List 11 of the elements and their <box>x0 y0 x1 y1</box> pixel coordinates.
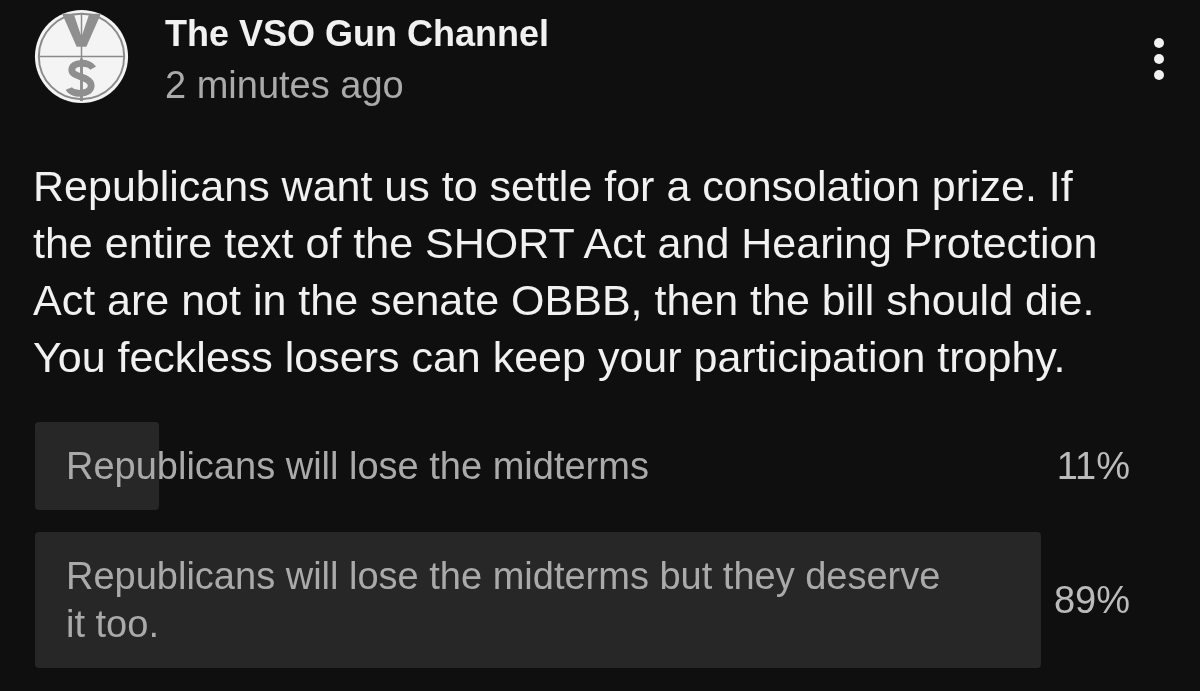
more-options-icon[interactable] <box>1154 38 1164 80</box>
channel-name[interactable]: The VSO Gun Channel <box>165 12 550 56</box>
poll-option-label: Republicans will lose the midterms but they deserve it too. <box>66 554 942 647</box>
poll-result-bar[interactable]: Republicans will lose the midterms 11% <box>35 422 1165 510</box>
poll-option-label: Republicans will lose the midterms <box>66 444 650 489</box>
crosshair-logo-icon <box>33 8 130 105</box>
poll-result-bar[interactable]: Republicans will lose the midterms but they deserve it too. 89% <box>35 532 1165 668</box>
poll-percent: 11% <box>1056 444 1130 489</box>
post-text: Republicans want us to settle for a consolation prize. If the entire text of the SHORT Act and Hearing Protection Act are not in the senate OBBB, then the bill should die. You feckless losers can keep your participation trophy. <box>33 161 1099 383</box>
post-time: 2 minutes ago <box>165 63 405 108</box>
poll-percent: 89% <box>1053 578 1130 623</box>
